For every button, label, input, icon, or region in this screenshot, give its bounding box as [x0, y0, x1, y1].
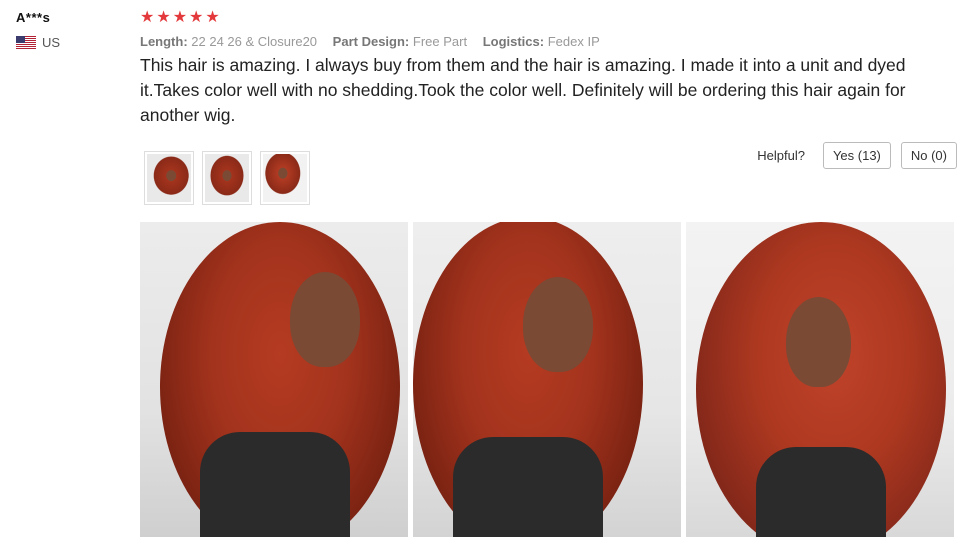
meta-label-part: Part Design: — [332, 34, 410, 49]
review-photo-1[interactable] — [140, 222, 408, 537]
meta-label-logistics: Logistics: — [482, 34, 545, 49]
review-photo-3[interactable] — [686, 222, 954, 537]
meta-value-part: Free Part — [412, 34, 468, 49]
face-shape — [290, 272, 360, 367]
reviewer-info: A***s US — [16, 10, 126, 50]
meta-label-length: Length: — [140, 34, 188, 49]
star-icon: ★ — [140, 9, 155, 26]
country-label: US — [42, 35, 61, 50]
photo-thumbnails — [144, 151, 310, 205]
review-text: This hair is amazing. I always buy from … — [140, 55, 906, 125]
review-photos — [140, 222, 954, 537]
thumbnail-image — [205, 154, 249, 202]
star-icon: ★ — [189, 9, 204, 26]
thumbnail-3[interactable] — [260, 151, 310, 205]
thumbnail-1[interactable] — [144, 151, 194, 205]
shirt-shape — [756, 447, 886, 537]
shirt-shape — [453, 437, 603, 537]
meta-value-length: 22 24 26 & Closure20 — [191, 34, 318, 49]
thumbnail-2[interactable] — [202, 151, 252, 205]
star-icon: ★ — [172, 9, 188, 26]
rating-stars: ★ ★ ★ ★ ★ — [140, 8, 955, 28]
meta-value-logistics: Fedex IP — [547, 34, 600, 49]
review-body: ★ ★ ★ ★ ★ Length: 22 24 26 & Closure20 P… — [140, 8, 955, 128]
review-meta: Length: 22 24 26 & Closure20 Part Design… — [140, 34, 955, 49]
thumbnail-image — [147, 154, 191, 202]
review-photo-2[interactable] — [413, 222, 681, 537]
us-flag-icon — [16, 36, 36, 49]
reviewer-name: A***s — [16, 10, 51, 25]
helpful-yes-button[interactable]: Yes (13) — [822, 142, 891, 169]
helpful-no-button[interactable]: No (0) — [900, 142, 957, 169]
reviewer-country: US — [16, 35, 126, 50]
helpful-label: Helpful? — [757, 148, 805, 163]
helpful-section: Helpful? Yes (13) No (0) — [757, 142, 957, 169]
shirt-shape — [200, 432, 350, 537]
star-icon: ★ — [205, 9, 220, 26]
face-shape — [786, 297, 851, 387]
thumbnail-image — [263, 154, 307, 202]
face-shape — [523, 277, 593, 372]
star-icon: ★ — [156, 9, 171, 26]
